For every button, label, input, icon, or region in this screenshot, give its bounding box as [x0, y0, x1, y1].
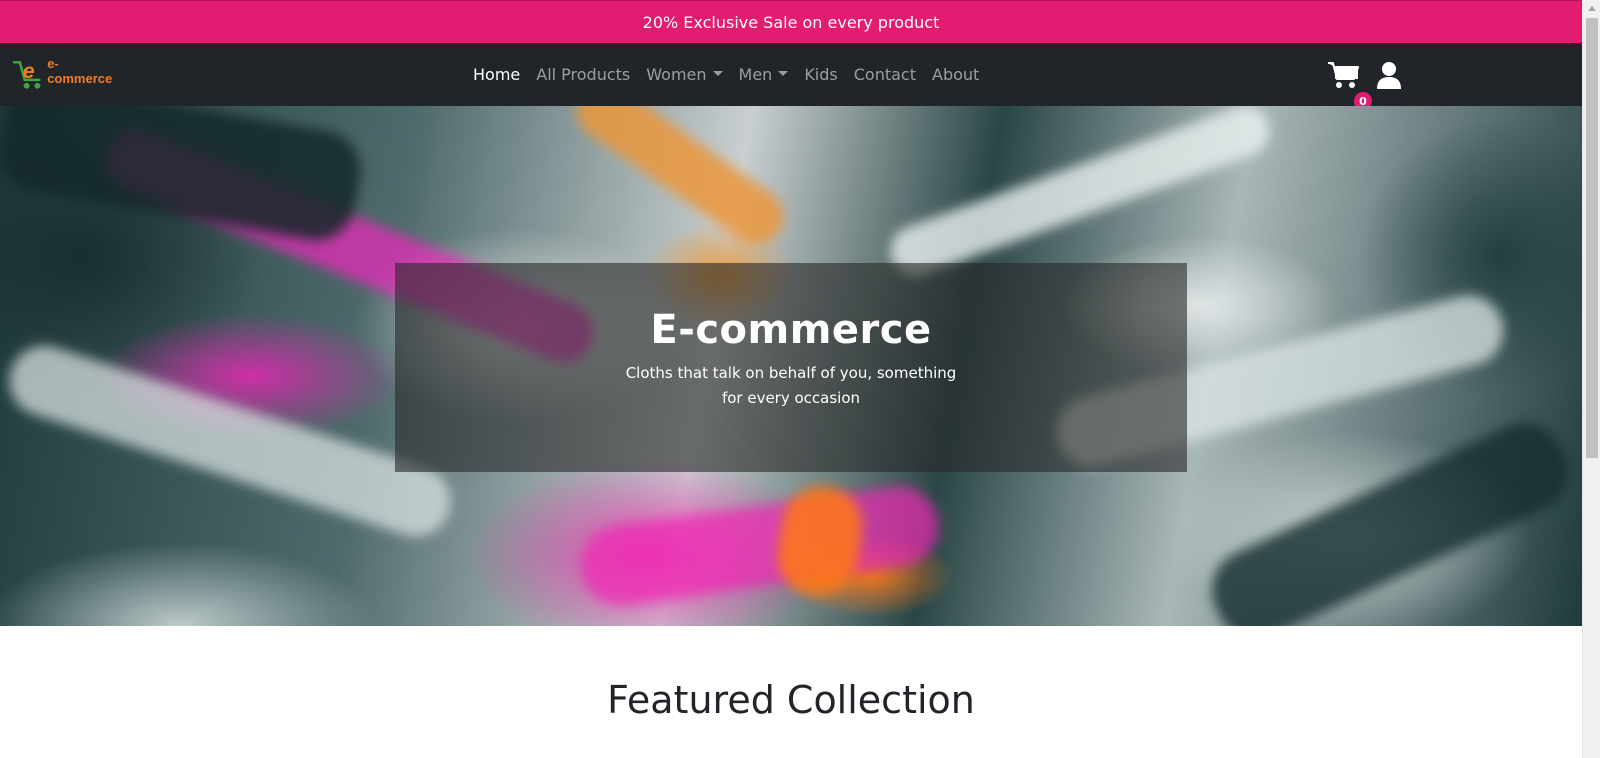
promo-text: 20% Exclusive Sale on every product: [642, 12, 940, 32]
nav-label: All Products: [536, 65, 631, 84]
logo-text: e-commerce: [47, 56, 113, 86]
promo-banner: 20% Exclusive Sale on every product: [0, 0, 1582, 43]
nav-item-kids[interactable]: Kids: [796, 65, 845, 84]
page-scrollbar[interactable]: [1582, 0, 1600, 758]
hero-bg-decoration: [565, 106, 795, 255]
hero-title: E-commerce: [650, 307, 932, 353]
nav-label: About: [932, 65, 980, 84]
nav-item-home[interactable]: Home: [465, 65, 528, 84]
hero-bg-decoration: [1198, 409, 1582, 626]
svg-text:e: e: [23, 59, 35, 83]
account-button[interactable]: [1376, 61, 1402, 89]
nav-item-women-dropdown[interactable]: Women: [638, 65, 730, 84]
nav-item-all-products[interactable]: All Products: [528, 65, 638, 84]
caret-down-icon: [778, 71, 789, 76]
nav-label: Women: [646, 65, 707, 84]
hero-bg-decoration: [883, 106, 1277, 283]
nav-item-contact[interactable]: Contact: [846, 65, 924, 84]
hero-caption: E-commerce Cloths that talk on behalf of…: [395, 263, 1187, 472]
hero-bg-decoration: [0, 336, 460, 546]
nav-label: Kids: [804, 65, 838, 84]
brand-logo[interactable]: e e-commerce: [12, 56, 122, 93]
scrollbar-thumb[interactable]: [1586, 18, 1598, 458]
user-icon: [1377, 62, 1401, 89]
caret-down-icon: [712, 71, 723, 76]
nav-links: Home All Products Women Men Kids Contact…: [465, 43, 987, 106]
nav-label: Contact: [853, 65, 916, 84]
nav-label: Men: [738, 65, 773, 84]
cart-button[interactable]: [1327, 58, 1361, 92]
nav-item-about[interactable]: About: [924, 65, 987, 84]
nav-label: Home: [473, 65, 521, 84]
logo-cart-icon: e: [12, 59, 41, 89]
featured-collection-heading: Featured Collection: [607, 678, 975, 722]
scroll-up-arrow-icon[interactable]: [1588, 6, 1596, 11]
hero-banner: E-commerce Cloths that talk on behalf of…: [0, 106, 1582, 626]
hero-bg-decoration: [0, 106, 367, 247]
cart-icon: [1328, 62, 1359, 88]
main-navbar: e e-commerce Home All Products Women Men…: [0, 43, 1582, 110]
nav-item-men-dropdown[interactable]: Men: [731, 65, 797, 84]
hero-subtitle: Cloths that talk on behalf of you, somet…: [625, 364, 957, 407]
hero-bg-decoration: [576, 481, 944, 611]
